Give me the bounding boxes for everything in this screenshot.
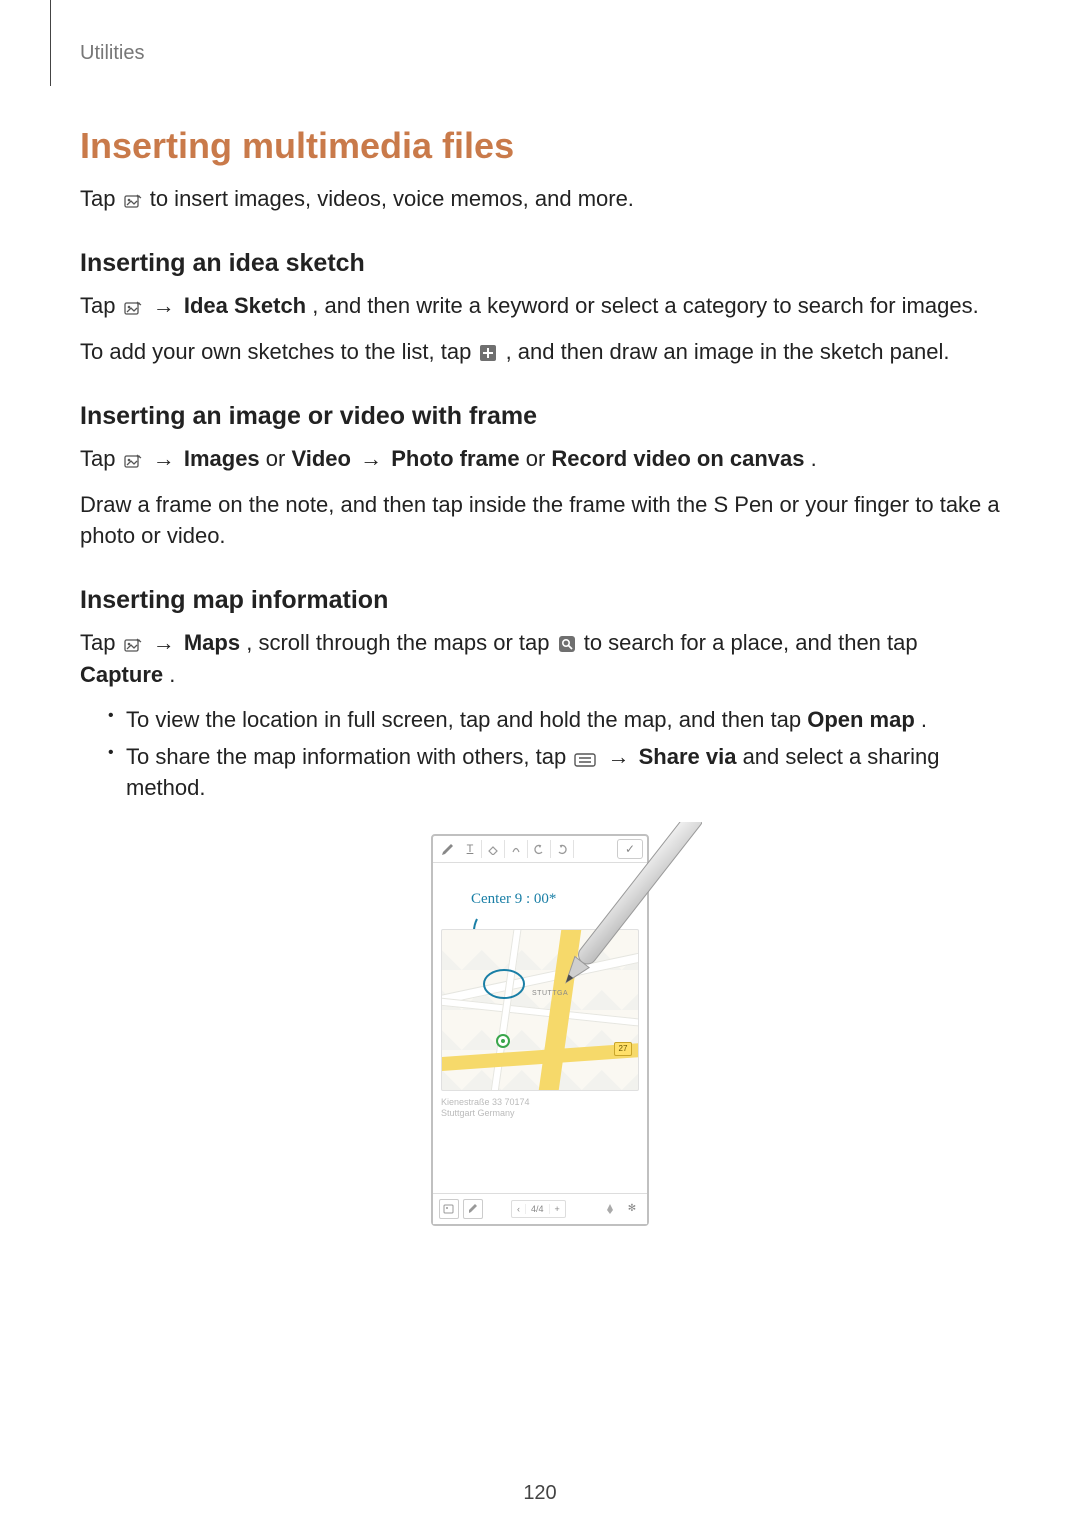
subsection-title: Inserting an image or video with frame	[80, 402, 1000, 431]
illustration: T ✓ Center 9 : 00*	[80, 834, 1000, 1226]
menu-icon	[574, 753, 596, 767]
text: Tap	[80, 293, 122, 318]
confirm-icon: ✓	[617, 839, 643, 859]
text: Tap	[80, 630, 122, 655]
attach-icon	[124, 453, 142, 469]
body-paragraph: Tap → Maps , scroll through the maps or …	[80, 627, 1000, 691]
map-route-badge: 27	[614, 1042, 632, 1056]
emphasis: Photo frame	[391, 446, 519, 471]
text: To view the location in full screen, tap…	[126, 707, 807, 732]
address-line: Stuttgart Germany	[441, 1108, 515, 1118]
ink-circle	[480, 960, 540, 1006]
body-paragraph: To add your own sketches to the list, ta…	[80, 336, 1000, 368]
emphasis: Share via	[639, 744, 737, 769]
map-marker-icon	[496, 1034, 510, 1048]
settings-icon: ✻	[623, 1200, 641, 1218]
arrow: →	[153, 446, 181, 471]
emphasis: Idea Sketch	[184, 293, 306, 318]
manual-page: Utilities Inserting multimedia files Tap…	[0, 0, 1080, 1527]
search-icon	[558, 635, 576, 653]
map-thumbnail: STUTTGA 27	[441, 929, 639, 1091]
shape-icon	[505, 840, 528, 858]
mock-note-area: Center 9 : 00* STUTTGA 27	[433, 863, 647, 1183]
handwriting-text: Center 9 : 00*	[471, 891, 639, 925]
emphasis: Record video on canvas	[551, 446, 804, 471]
spen-icon	[601, 1200, 619, 1218]
list-item: To share the map information with others…	[108, 742, 1000, 804]
pen-icon	[437, 838, 459, 860]
text-tool-icon: T	[459, 840, 482, 858]
text: Tap	[80, 446, 122, 471]
list-item: To view the location in full screen, tap…	[108, 705, 1000, 736]
section-intro: Tap to insert images, videos, voice memo…	[80, 183, 1000, 215]
pager-add: +	[550, 1204, 565, 1214]
text: or	[526, 446, 552, 471]
text: , scroll through the maps or tap	[246, 630, 555, 655]
address-line: Kienestraße 33 70174	[441, 1097, 530, 1107]
map-address: Kienestraße 33 70174 Stuttgart Germany	[441, 1097, 639, 1120]
edit-icon	[463, 1199, 483, 1219]
mock-toolbar: T ✓	[433, 836, 647, 863]
attach-icon	[124, 637, 142, 653]
text: To share the map information with others…	[126, 744, 572, 769]
text: Tap	[80, 186, 122, 211]
redo-icon	[551, 840, 574, 858]
emphasis: Capture	[80, 662, 163, 687]
running-head: Utilities	[80, 42, 1000, 65]
emphasis: Maps	[184, 630, 240, 655]
arrow: →	[360, 446, 388, 471]
body-paragraph: Draw a frame on the note, and then tap i…	[80, 489, 1000, 553]
text: to search for a place, and then tap	[584, 630, 918, 655]
attach-icon	[124, 193, 142, 209]
text: To add your own sketches to the list, ta…	[80, 339, 477, 364]
margin-rule	[50, 0, 51, 86]
emphasis: Images	[184, 446, 260, 471]
subsection-title: Inserting an idea sketch	[80, 249, 1000, 278]
eraser-icon	[482, 840, 505, 858]
undo-icon	[528, 840, 551, 858]
pager: ‹ 4/4 +	[511, 1200, 566, 1218]
emphasis: Open map	[807, 707, 915, 732]
bullet-list: To view the location in full screen, tap…	[80, 705, 1000, 803]
body-paragraph: Tap → Idea Sketch , and then write a key…	[80, 290, 1000, 322]
text: .	[169, 662, 175, 687]
pager-position: 4/4	[526, 1204, 550, 1214]
arrow: →	[153, 293, 181, 318]
plus-icon	[479, 344, 497, 362]
attach-icon	[124, 300, 142, 316]
arrow: →	[607, 744, 635, 769]
phone-mockup: T ✓ Center 9 : 00*	[431, 834, 649, 1226]
page-number: 120	[0, 1482, 1080, 1505]
arrow: →	[153, 630, 181, 655]
emphasis: Video	[291, 446, 351, 471]
mock-bottom-bar: ‹ 4/4 + ✻	[433, 1193, 647, 1224]
pager-prev: ‹	[512, 1204, 526, 1214]
text: .	[811, 446, 817, 471]
text: .	[921, 707, 927, 732]
attach-icon	[439, 1199, 459, 1219]
text: to insert images, videos, voice memos, a…	[150, 186, 634, 211]
text: , and then write a keyword or select a c…	[312, 293, 978, 318]
subsection-title: Inserting map information	[80, 586, 1000, 615]
text: or	[266, 446, 292, 471]
section-title: Inserting multimedia files	[80, 125, 1000, 167]
text: , and then draw an image in the sketch p…	[506, 339, 950, 364]
body-paragraph: Tap → Images or Video → Photo frame or R…	[80, 443, 1000, 475]
